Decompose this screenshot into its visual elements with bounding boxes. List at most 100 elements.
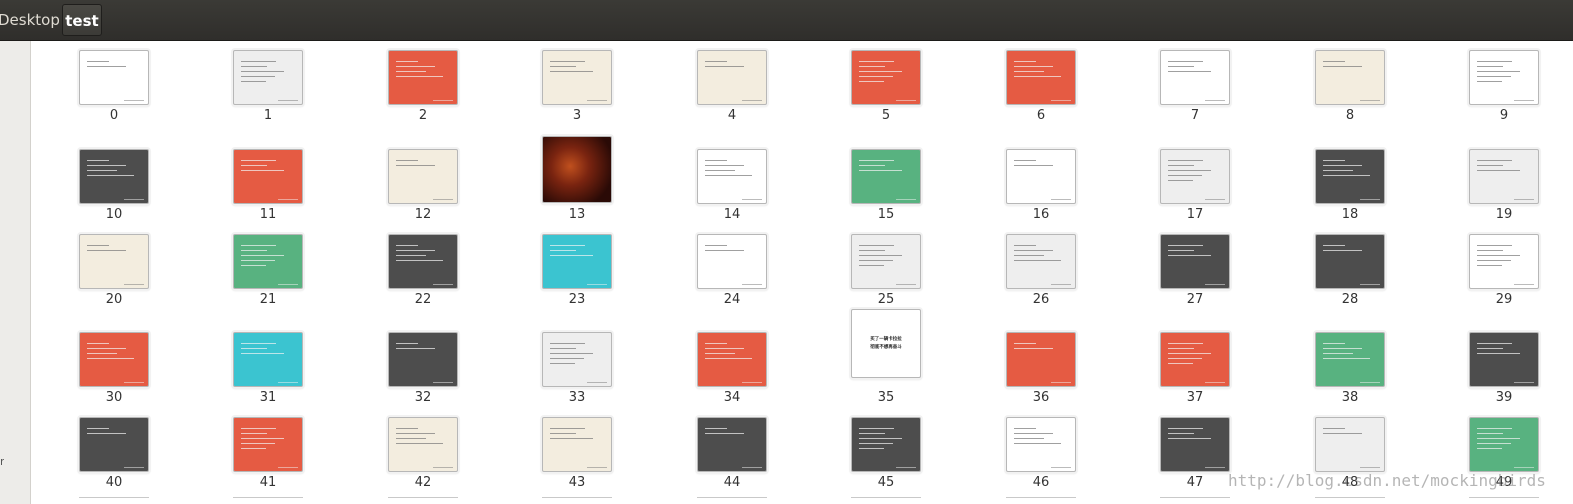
thumbnail-text-line (859, 250, 885, 251)
thumbnail-text-line (87, 61, 109, 62)
file-item[interactable]: 14 (697, 149, 767, 245)
file-item[interactable]: 1 (233, 50, 303, 146)
file-item[interactable]: 40 (79, 417, 149, 504)
thumbnail-text-line (241, 348, 267, 349)
thumbnail-text-line (1014, 260, 1061, 261)
file-item[interactable]: 32 (388, 332, 458, 428)
file-item[interactable]: 38 (1315, 332, 1385, 428)
file-item[interactable]: 48 (1315, 417, 1385, 504)
file-item[interactable]: 26 (1006, 234, 1076, 330)
breadcrumb-test[interactable]: test (62, 4, 102, 36)
thumbnail-text-line (1323, 160, 1345, 161)
file-item[interactable]: 29 (1469, 234, 1539, 330)
thumbnail-text-line (1014, 348, 1053, 349)
file-item[interactable]: 39 (1469, 332, 1539, 428)
thumbnail-text-line (550, 433, 576, 434)
file-thumbnail (697, 417, 767, 472)
file-item[interactable]: 41 (233, 417, 303, 504)
file-item[interactable]: 46 (1006, 417, 1076, 504)
thumbnail-text-line (1477, 260, 1511, 261)
file-item[interactable]: 18 (1315, 149, 1385, 245)
file-item[interactable]: 49 (1469, 417, 1539, 504)
file-thumbnail (1006, 149, 1076, 204)
thumbnail-text-line (859, 170, 902, 171)
file-name-label: 30 (105, 390, 123, 405)
file-item[interactable]: 5 (851, 50, 921, 146)
thumbnail-footer (124, 199, 144, 200)
file-item[interactable]: 10 (79, 149, 149, 245)
thumbnail-text-line (1477, 66, 1503, 67)
file-item[interactable]: 45 (851, 417, 921, 504)
file-item[interactable]: 22 (388, 234, 458, 330)
file-thumbnail (1469, 417, 1539, 472)
thumbnail-text-line (241, 61, 276, 62)
file-item[interactable]: 43 (542, 417, 612, 504)
thumbnail-text-line (705, 160, 727, 161)
file-item[interactable]: 0 (79, 50, 149, 146)
file-item[interactable]: 4 (697, 50, 767, 146)
thumbnail-footer (1205, 467, 1225, 468)
file-item[interactable]: 15 (851, 149, 921, 245)
file-item[interactable]: 2 (388, 50, 458, 146)
file-item[interactable]: 8 (1315, 50, 1385, 146)
breadcrumb-desktop[interactable]: Desktop (0, 4, 60, 36)
file-item[interactable]: 33 (542, 332, 612, 428)
thumbnail-text-line (1014, 428, 1036, 429)
file-item[interactable]: 42 (388, 417, 458, 504)
thumbnail-text-line (1168, 180, 1193, 181)
file-name-label: 15 (877, 207, 895, 222)
file-item[interactable]: 34 (697, 332, 767, 428)
file-item[interactable]: 9 (1469, 50, 1539, 146)
thumbnail-text-line (1323, 66, 1362, 67)
next-row-thumbnail-edge (1315, 497, 1385, 504)
file-thumbnail (542, 234, 612, 289)
file-item[interactable]: 7 (1160, 50, 1230, 146)
file-item[interactable]: 47 (1160, 417, 1230, 504)
file-item[interactable]: 11 (233, 149, 303, 245)
file-item[interactable]: 27 (1160, 234, 1230, 330)
thumbnail-text-line (1014, 61, 1036, 62)
file-item[interactable]: 16 (1006, 149, 1076, 245)
thumbnail-text-line (1323, 61, 1345, 62)
thumbnail-text-line (396, 245, 418, 246)
file-name-label: 10 (105, 207, 123, 222)
file-item[interactable]: 37 (1160, 332, 1230, 428)
file-item[interactable]: 6 (1006, 50, 1076, 146)
file-item[interactable]: 20 (79, 234, 149, 330)
thumbnail-text-line (1477, 81, 1502, 82)
thumbnail-text-line (1477, 443, 1511, 444)
thumbnail-text-line (87, 358, 134, 359)
file-name-label: 38 (1341, 390, 1359, 405)
file-item[interactable]: 买了一辆卡拉拉 彻底不想再奋斗 35 (851, 309, 921, 428)
file-thumbnail (697, 332, 767, 387)
thumbnail-footer (1051, 467, 1071, 468)
thumbnail-text-line (1477, 448, 1502, 449)
file-thumbnail (79, 417, 149, 472)
thumbnail-text-line (396, 428, 418, 429)
file-name-label: 35 (877, 390, 895, 405)
file-item[interactable]: 30 (79, 332, 149, 428)
file-item[interactable]: 36 (1006, 332, 1076, 428)
thumbnail-text-line (1168, 66, 1194, 67)
thumbnail-text-line (859, 245, 894, 246)
file-item[interactable]: 3 (542, 50, 612, 146)
file-item[interactable]: 13 (542, 136, 612, 245)
file-grid: 0 1 2 3 4 5 6 7 8 9 10 11 12 13 14 15 16 17 18 19 20 21 22 23 24… (31, 41, 1573, 504)
file-item[interactable]: 28 (1315, 234, 1385, 330)
thumbnail-text-line (1323, 245, 1345, 246)
file-item[interactable]: 23 (542, 234, 612, 330)
file-thumbnail (542, 50, 612, 105)
file-item[interactable]: 44 (697, 417, 767, 504)
thumbnail-footer (1514, 199, 1534, 200)
file-item[interactable]: 24 (697, 234, 767, 330)
file-item[interactable]: 12 (388, 149, 458, 245)
file-item[interactable]: 31 (233, 332, 303, 428)
thumbnail-footer (1205, 100, 1225, 101)
thumbnail-text-line (550, 250, 576, 251)
file-item[interactable]: 21 (233, 234, 303, 330)
thumbnail-text-line (859, 438, 902, 439)
file-name-label: 26 (1032, 292, 1050, 307)
file-item[interactable]: 17 (1160, 149, 1230, 245)
thumbnail-footer (278, 467, 298, 468)
file-item[interactable]: 19 (1469, 149, 1539, 245)
